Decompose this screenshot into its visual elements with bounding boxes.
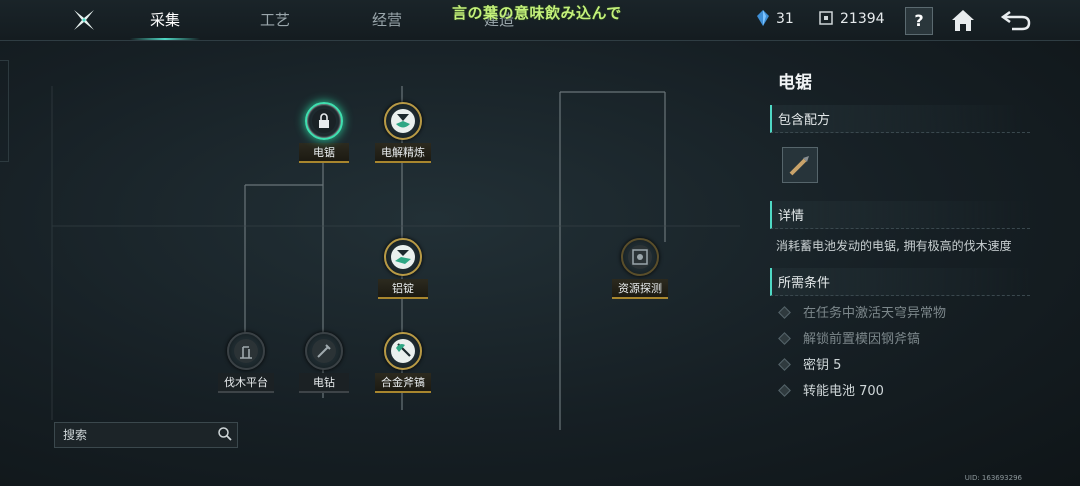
axe-icon — [391, 339, 415, 363]
node-label: 电解精炼 — [375, 143, 431, 163]
tree-node-drill[interactable]: 电钻 — [279, 332, 369, 393]
node-label: 电钻 — [299, 373, 349, 393]
requirement-text: 解锁前置模因钢斧镐 — [803, 332, 921, 347]
tree-node-resource-scan[interactable]: 资源探测 — [595, 238, 685, 299]
tab-craft[interactable]: 工艺 — [230, 0, 320, 40]
requirement-item: 转能电池 700 — [778, 382, 1030, 402]
tree-node-electrolysis[interactable]: 电解精炼 — [358, 102, 448, 163]
search-icon[interactable] — [217, 426, 233, 442]
back-icon[interactable] — [1000, 6, 1032, 34]
drill-icon — [312, 339, 336, 363]
lock-icon — [312, 109, 336, 133]
node-label: 合金斧镐 — [375, 373, 431, 393]
refine-icon — [391, 109, 415, 133]
requirement-text: 在任务中激活天穹异常物 — [803, 306, 947, 321]
platform-icon — [234, 339, 258, 363]
tab-gather[interactable]: 采集 — [120, 0, 210, 40]
overlay-caption: 言の葉の意味飲み込んで — [452, 4, 622, 22]
top-bar: 采集 工艺 经营 建造 言の葉の意味飲み込んで 31 21394 ? — [0, 0, 1080, 41]
node-label: 资源探测 — [612, 279, 668, 299]
chip-icon — [819, 11, 833, 25]
search-input[interactable] — [61, 425, 210, 445]
tree-node-aluminum-ingot[interactable]: 铝锭 — [358, 238, 448, 299]
detail-panel: 电锯 包含配方 详情 消耗蓄电池发动的电锯, 拥有极高的伐木速度 所需条件 在任… — [770, 60, 1030, 402]
uid-label: UID: 163693296 — [964, 474, 1022, 482]
requirement-text: 转能电池 700 — [803, 384, 884, 399]
tree-node-alloy-pickaxe[interactable]: 合金斧镐 — [358, 332, 448, 393]
crystal-counter: 31 — [756, 10, 794, 27]
node-label: 电锯 — [299, 143, 349, 163]
crystal-icon — [757, 10, 769, 26]
search-box[interactable] — [54, 422, 238, 448]
item-description: 消耗蓄电池发动的电锯, 拥有极高的伐木速度 — [776, 239, 1012, 253]
recipe-heading: 包含配方 — [770, 105, 1030, 133]
crystal-count: 31 — [776, 11, 794, 27]
requirement-item: 密钥 5 — [778, 356, 1030, 376]
node-label: 伐木平台 — [218, 373, 274, 393]
detail-heading: 详情 — [770, 201, 1030, 229]
requirement-item: 在任务中激活天穹异常物 — [778, 304, 1030, 324]
requirement-text: 密钥 5 — [803, 358, 842, 373]
requirement-item: 解锁前置模因钢斧镐 — [778, 330, 1030, 350]
chip-counter: 21394 — [818, 10, 885, 27]
logo-icon[interactable] — [70, 6, 98, 34]
tree-node-chainsaw[interactable]: 电锯 — [279, 102, 369, 163]
tab-business[interactable]: 经营 — [342, 0, 432, 40]
requirements-heading: 所需条件 — [770, 268, 1030, 296]
ingot-icon — [391, 245, 415, 269]
tree-node-logging-platform[interactable]: 伐木平台 — [201, 332, 291, 393]
help-button[interactable]: ? — [905, 7, 933, 35]
panel-title: 电锯 — [778, 73, 812, 93]
node-label: 铝锭 — [378, 279, 428, 299]
home-icon[interactable] — [949, 6, 977, 34]
chainsaw-recipe-icon[interactable] — [782, 147, 818, 183]
scan-icon — [628, 245, 652, 269]
chip-count: 21394 — [840, 11, 885, 27]
